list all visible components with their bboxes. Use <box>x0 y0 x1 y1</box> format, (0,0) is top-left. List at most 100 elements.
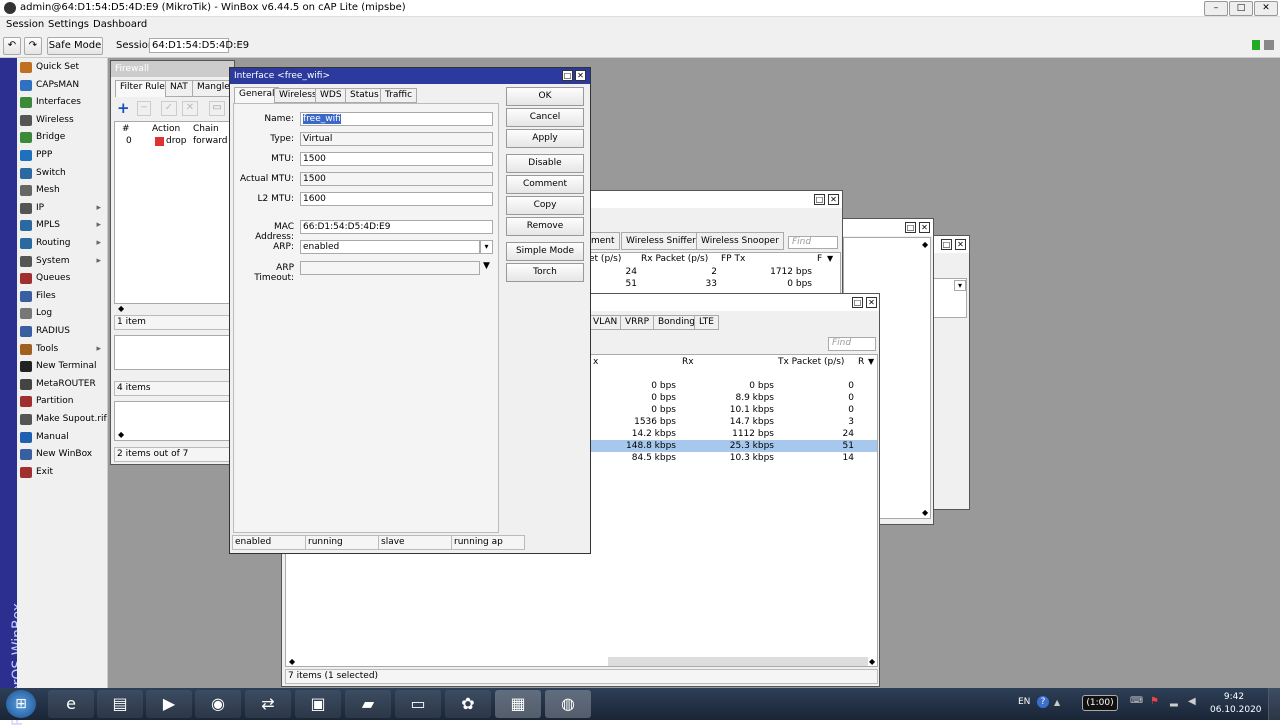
tab-traffic[interactable]: Traffic <box>380 88 418 103</box>
name-field[interactable]: free_wifi <box>300 112 493 126</box>
enable-icon[interactable]: ✓ <box>161 101 177 116</box>
sidebar-item-ppp[interactable]: PPP <box>19 147 107 164</box>
menu-settings[interactable]: Settings <box>48 19 89 30</box>
tab-vlan[interactable]: VLAN <box>588 315 623 330</box>
signal-icon[interactable]: ▂ <box>1170 696 1178 707</box>
table-row[interactable]: 51 33 0 bps <box>587 279 837 291</box>
sidebar-item-switch[interactable]: Switch <box>19 165 107 182</box>
sidebar-item-wireless[interactable]: Wireless <box>19 112 107 129</box>
keyboard-icon[interactable]: ⌨ <box>1130 696 1143 706</box>
safe-mode-button[interactable]: Safe Mode <box>47 37 103 55</box>
remove-icon[interactable]: − <box>137 101 151 116</box>
maximize-icon[interactable]: □ <box>852 297 863 308</box>
comment-icon[interactable]: ▭ <box>209 101 225 116</box>
tray-arrow-icon[interactable]: ▲ <box>1054 698 1060 707</box>
col-action[interactable]: Action <box>152 124 180 134</box>
arp-select[interactable]: enabled <box>300 240 480 254</box>
table-row[interactable]: 0 drop forward <box>115 135 231 147</box>
menu-session[interactable]: Session <box>6 19 44 30</box>
maximize-icon[interactable]: □ <box>562 70 573 81</box>
show-desktop-button[interactable] <box>1268 688 1280 720</box>
sidebar-item-make-supout-rif[interactable]: Make Supout.rif <box>19 411 107 428</box>
horizontal-scrollbar[interactable] <box>608 657 868 666</box>
table-row[interactable]: 24 2 1712 bps <box>587 267 837 279</box>
add-icon[interactable]: + <box>117 101 131 116</box>
sidebar-item-manual[interactable]: Manual <box>19 429 107 446</box>
remove-button[interactable]: Remove <box>506 217 584 236</box>
mtu-field[interactable]: 1500 <box>300 152 493 166</box>
volume-icon[interactable]: ◀ <box>1188 696 1196 707</box>
sidebar-item-bridge[interactable]: Bridge <box>19 129 107 146</box>
find-input[interactable]: Find <box>828 337 876 351</box>
mac-address-field[interactable]: 66:D1:54:D5:4D:E9 <box>300 220 493 234</box>
column-menu-icon[interactable]: ▼ <box>868 357 874 366</box>
column-menu-icon[interactable]: ▼ <box>827 254 833 263</box>
scroll-right-icon[interactable]: ◆ <box>869 657 875 666</box>
clock-time[interactable]: 9:42 <box>1214 692 1254 702</box>
sidebar-item-system[interactable]: System ▸ <box>19 253 107 270</box>
comment-button[interactable]: Comment <box>506 175 584 194</box>
col-chain[interactable]: Chain <box>193 124 219 134</box>
save-disk-icon[interactable]: ▣ <box>295 690 341 718</box>
help-icon[interactable]: ? <box>1037 696 1049 708</box>
scroll-left-icon[interactable]: ◆ <box>118 430 124 439</box>
tab-partial[interactable]: ment <box>587 232 620 250</box>
arp-timeout-field[interactable] <box>300 261 480 275</box>
paint-icon[interactable]: ✿ <box>445 690 491 718</box>
sidebar-item-routing[interactable]: Routing ▸ <box>19 235 107 252</box>
network-manager-icon[interactable]: ▦ <box>495 690 541 718</box>
sidebar-item-radius[interactable]: RADIUS <box>19 323 107 340</box>
internet-explorer-icon[interactable]: e <box>48 690 94 718</box>
session-field[interactable]: 64:D1:54:D5:4D:E9 <box>149 38 249 53</box>
l2mtu-field[interactable]: 1600 <box>300 192 493 206</box>
sidebar-item-interfaces[interactable]: Interfaces <box>19 94 107 111</box>
timer-badge[interactable]: (1:00) <box>1082 695 1118 711</box>
sidebar-item-partition[interactable]: Partition <box>19 393 107 410</box>
maximize-icon[interactable]: □ <box>814 194 825 205</box>
tab-nat[interactable]: NAT <box>165 80 193 97</box>
sidebar-item-mesh[interactable]: Mesh <box>19 182 107 199</box>
security-icon[interactable]: ⚑ <box>1150 696 1159 707</box>
start-button-icon[interactable]: ⊞ <box>6 690 36 718</box>
dropdown-icon[interactable]: ▼ <box>483 261 490 271</box>
file-explorer-icon[interactable]: ▤ <box>97 690 143 718</box>
col-num[interactable]: # <box>122 124 130 134</box>
winbox-taskbar-icon[interactable]: ◍ <box>545 690 591 718</box>
tab-wds[interactable]: WDS <box>315 88 347 103</box>
cancel-button[interactable]: Cancel <box>506 108 584 127</box>
close-icon[interactable]: ✕ <box>575 70 586 81</box>
clock-date[interactable]: 06.10.2020 <box>1210 705 1262 715</box>
media-player-icon[interactable]: ▶ <box>146 690 192 718</box>
sidebar-item-tools[interactable]: Tools ▸ <box>19 341 107 358</box>
scroll-left-icon[interactable]: ◆ <box>289 657 295 666</box>
tab-wireless-sniffer[interactable]: Wireless Sniffer <box>621 232 701 250</box>
chrome-icon[interactable]: ◉ <box>195 690 241 718</box>
close-icon[interactable]: ✕ <box>828 194 839 205</box>
redo-icon[interactable]: ↷ <box>24 37 42 55</box>
sidebar-item-queues[interactable]: Queues <box>19 270 107 287</box>
sidebar-item-quick-set[interactable]: Quick Set <box>19 59 107 76</box>
sidebar-item-log[interactable]: Log <box>19 305 107 322</box>
minimize-button[interactable]: – <box>1204 1 1228 16</box>
dropdown-icon[interactable]: ▾ <box>480 240 493 254</box>
simple-mode-button[interactable]: Simple Mode <box>506 242 584 261</box>
scroll-left-icon[interactable]: ◆ <box>118 304 124 313</box>
close-icon[interactable]: ✕ <box>866 297 877 308</box>
sidebar-item-files[interactable]: Files <box>19 288 107 305</box>
disable-button[interactable]: Disable <box>506 154 584 173</box>
copy-button[interactable]: Copy <box>506 196 584 215</box>
sidebar-item-new-terminal[interactable]: New Terminal <box>19 358 107 375</box>
maximize-button[interactable]: □ <box>1229 1 1253 16</box>
sidebar-item-new-winbox[interactable]: New WinBox <box>19 446 107 463</box>
apply-button[interactable]: Apply <box>506 129 584 148</box>
terminal-icon[interactable]: ▭ <box>395 690 441 718</box>
teamviewer-icon[interactable]: ⇄ <box>245 690 291 718</box>
tab-status[interactable]: Status <box>345 88 384 103</box>
undo-icon[interactable]: ↶ <box>3 37 21 55</box>
torch-button[interactable]: Torch <box>506 263 584 282</box>
tab-vrrp[interactable]: VRRP <box>620 315 655 330</box>
language-indicator[interactable]: EN <box>1018 697 1030 707</box>
sidebar-item-capsman[interactable]: CAPsMAN <box>19 77 107 94</box>
find-input[interactable]: Find <box>788 236 838 249</box>
notebook-icon[interactable]: ▰ <box>345 690 391 718</box>
